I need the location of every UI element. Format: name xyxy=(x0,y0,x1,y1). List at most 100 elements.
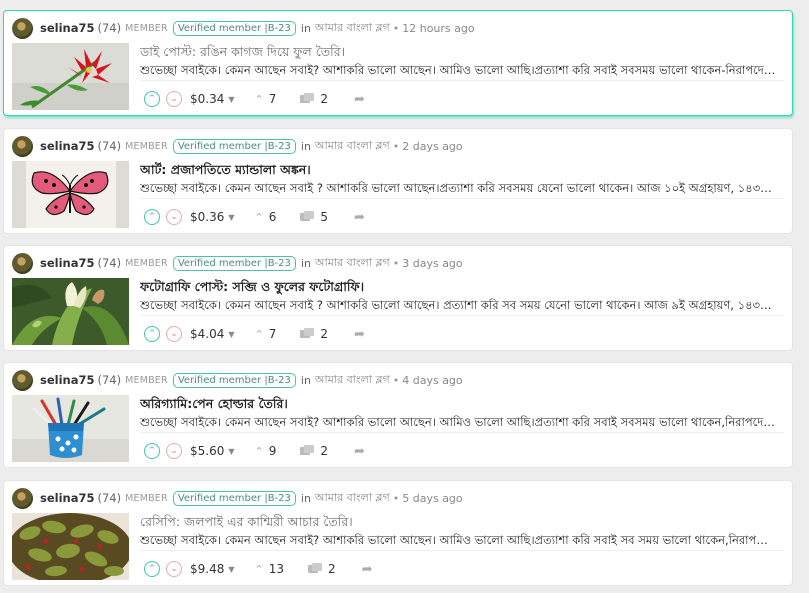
votes-chevron-icon[interactable]: ⌃ xyxy=(255,563,264,576)
community-link[interactable]: আমার বাংলা ব্লগ xyxy=(315,254,390,273)
post-thumbnail[interactable] xyxy=(12,395,129,462)
member-role: MEMBER xyxy=(125,492,168,504)
separator-dot: • xyxy=(392,139,400,153)
votes-count[interactable]: 9 xyxy=(269,444,277,458)
post-card[interactable]: selina75 (74) MEMBER Verified member |B-… xyxy=(3,245,793,351)
comments-count[interactable]: 2 xyxy=(320,327,328,341)
votes-chevron-icon[interactable]: ⌃ xyxy=(255,211,264,224)
post-time[interactable]: 2 days ago xyxy=(402,140,462,153)
payout-value[interactable]: $0.34 xyxy=(190,92,224,106)
reblog-icon[interactable]: ➦ xyxy=(362,562,373,577)
author-reputation: (74) xyxy=(97,491,122,505)
post-time[interactable]: 5 days ago xyxy=(402,492,462,505)
votes-count[interactable]: 13 xyxy=(269,562,284,576)
downvote-icon[interactable]: ⌄ xyxy=(166,326,182,342)
post-time[interactable]: 12 hours ago xyxy=(402,22,474,35)
downvote-icon[interactable]: ⌄ xyxy=(166,443,182,459)
comments-icon[interactable] xyxy=(300,445,315,457)
author-avatar[interactable] xyxy=(12,135,33,157)
votes-chevron-icon[interactable]: ⌃ xyxy=(255,445,264,458)
author-avatar[interactable] xyxy=(12,487,33,509)
votes-count[interactable]: 6 xyxy=(269,210,277,224)
downvote-icon[interactable]: ⌄ xyxy=(166,91,182,107)
caret-down-icon[interactable]: ▼ xyxy=(228,447,234,456)
upvote-icon[interactable]: ⌃ xyxy=(144,209,160,225)
divider xyxy=(140,198,784,199)
reblog-icon[interactable]: ➦ xyxy=(354,210,365,225)
post-card[interactable]: selina75 (74) MEMBER Verified member |B-… xyxy=(3,10,793,116)
payout-value[interactable]: $9.48 xyxy=(190,562,224,576)
butterfly-mandala-image xyxy=(12,161,129,228)
reblog-icon[interactable]: ➦ xyxy=(354,92,365,107)
flower-photography-image xyxy=(12,278,129,345)
reblog-icon[interactable]: ➦ xyxy=(354,327,365,342)
author-avatar[interactable] xyxy=(12,369,33,391)
author-name[interactable]: selina75 xyxy=(40,491,94,505)
verified-badge: Verified member |B-23 xyxy=(172,372,296,388)
votes-chevron-icon[interactable]: ⌃ xyxy=(255,93,264,106)
upvote-icon[interactable]: ⌃ xyxy=(144,326,160,342)
post-title[interactable]: অরিগ্যামি:পেন হোল্ডার তৈরি। xyxy=(140,396,776,416)
member-role: MEMBER xyxy=(125,22,168,34)
comments-count[interactable]: 2 xyxy=(320,444,328,458)
author-name[interactable]: selina75 xyxy=(40,256,94,270)
payout-value[interactable]: $0.36 xyxy=(190,210,224,224)
post-title[interactable]: ডাই পোস্ট: রঙিন কাগজ দিয়ে ফুল তৈরি। xyxy=(140,44,776,64)
post-thumbnail[interactable] xyxy=(12,43,129,110)
caret-down-icon[interactable]: ▼ xyxy=(228,213,234,222)
author-avatar[interactable] xyxy=(12,17,33,39)
caret-down-icon[interactable]: ▼ xyxy=(228,565,234,574)
post-excerpt[interactable]: শুভেচ্ছা সবাইকে। কেমন আছেন সবাই ? আশাকরি… xyxy=(140,297,776,316)
post-header: selina75 (74) MEMBER Verified member |B-… xyxy=(12,135,784,157)
comments-icon[interactable] xyxy=(308,563,323,575)
votes-chevron-icon[interactable]: ⌃ xyxy=(255,328,264,341)
payout-value[interactable]: $5.60 xyxy=(190,444,224,458)
post-time[interactable]: 4 days ago xyxy=(402,374,462,387)
downvote-icon[interactable]: ⌄ xyxy=(166,561,182,577)
author-reputation: (74) xyxy=(97,139,122,153)
post-excerpt[interactable]: শুভেচ্ছা সবাইকে। কেমন আছেন সবাই? আশাকরি … xyxy=(140,414,776,433)
votes-count[interactable]: 7 xyxy=(269,327,277,341)
post-thumbnail[interactable] xyxy=(12,513,129,580)
community-link[interactable]: আমার বাংলা ব্লগ xyxy=(315,489,390,508)
comments-icon[interactable] xyxy=(300,328,315,340)
post-excerpt[interactable]: শুভেচ্ছা সবাইকে। কেমন আছেন সবাই ? আশাকরি… xyxy=(140,180,776,199)
upvote-icon[interactable]: ⌃ xyxy=(144,561,160,577)
comments-count[interactable]: 2 xyxy=(328,562,336,576)
post-card[interactable]: selina75 (74) MEMBER Verified member |B-… xyxy=(3,362,793,468)
payout-value[interactable]: $4.04 xyxy=(190,327,224,341)
comments-count[interactable]: 2 xyxy=(320,92,328,106)
votes-count[interactable]: 7 xyxy=(269,92,277,106)
post-title[interactable]: আর্ট: প্রজাপতিতে ম্যান্ডালা অঙ্কন। xyxy=(140,162,776,182)
divider xyxy=(140,432,784,433)
post-title[interactable]: রেসিপি: জলপাই এর কাশ্মিরী আচার তৈরি। xyxy=(140,514,776,534)
author-name[interactable]: selina75 xyxy=(40,139,94,153)
post-thumbnail[interactable] xyxy=(12,161,129,228)
post-thumbnail[interactable] xyxy=(12,278,129,345)
caret-down-icon[interactable]: ▼ xyxy=(228,95,234,104)
verified-badge: Verified member |B-23 xyxy=(172,20,296,36)
comments-icon[interactable] xyxy=(300,211,315,223)
community-link[interactable]: আমার বাংলা ব্লগ xyxy=(315,19,390,38)
post-excerpt[interactable]: শুভেচ্ছা সবাইকে। কেমন আছেন সবাই? আশাকরি … xyxy=(140,532,776,551)
post-card[interactable]: selina75 (74) MEMBER Verified member |B-… xyxy=(3,128,793,234)
verified-badge: Verified member |B-23 xyxy=(172,138,296,154)
post-excerpt[interactable]: শুভেচ্ছা সবাইকে। কেমন আছেন সবাই? আশাকরি … xyxy=(140,62,776,81)
caret-down-icon[interactable]: ▼ xyxy=(228,330,234,339)
upvote-icon[interactable]: ⌃ xyxy=(144,443,160,459)
divider xyxy=(140,80,784,81)
downvote-icon[interactable]: ⌄ xyxy=(166,209,182,225)
author-avatar[interactable] xyxy=(12,252,33,274)
comments-icon[interactable] xyxy=(300,93,315,105)
community-link[interactable]: আমার বাংলা ব্লগ xyxy=(315,371,390,390)
community-link[interactable]: আমার বাংলা ব্লগ xyxy=(315,137,390,156)
post-title[interactable]: ফটোগ্রাফি পোস্ট: সব্জি ও ফুলের ফটোগ্রাফি… xyxy=(140,279,776,299)
in-label: in xyxy=(300,373,311,387)
reblog-icon[interactable]: ➦ xyxy=(354,444,365,459)
upvote-icon[interactable]: ⌃ xyxy=(144,91,160,107)
post-time[interactable]: 3 days ago xyxy=(402,257,462,270)
author-name[interactable]: selina75 xyxy=(40,21,94,35)
comments-count[interactable]: 5 xyxy=(320,210,328,224)
author-name[interactable]: selina75 xyxy=(40,373,94,387)
post-card[interactable]: selina75 (74) MEMBER Verified member |B-… xyxy=(3,480,793,586)
